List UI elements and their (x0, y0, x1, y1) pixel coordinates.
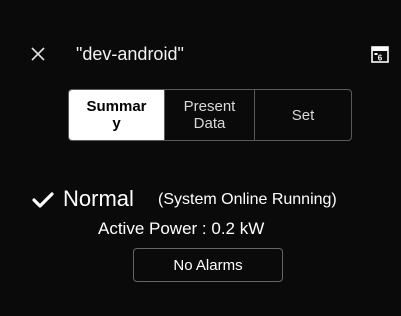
page-title: "dev-android" (76, 44, 184, 64)
status-bar (0, 0, 401, 22)
tab-set-label: Set (291, 106, 315, 124)
tab-set[interactable]: Set (255, 90, 351, 140)
check-icon (32, 191, 54, 209)
close-icon[interactable] (30, 46, 46, 62)
no-alarms-button[interactable]: No Alarms (133, 248, 283, 282)
tab-present-data-label: Present Data (183, 98, 236, 132)
system-status: Normal (System Online Running) (32, 186, 392, 214)
tab-bar: Summar y Present Data Set (68, 89, 352, 141)
tab-present-data[interactable]: Present Data (165, 90, 255, 140)
calendar-icon[interactable]: 6 (371, 45, 389, 63)
active-power: Active Power : 0.2 kW (98, 219, 265, 238)
status-detail: (System Online Running) (158, 191, 337, 208)
svg-text:6: 6 (378, 54, 383, 63)
status-state: Normal (63, 186, 134, 211)
tab-summary[interactable]: Summar y (69, 90, 165, 140)
header: "dev-android" 6 (0, 40, 401, 70)
tab-summary-label: Summar y (86, 98, 147, 132)
